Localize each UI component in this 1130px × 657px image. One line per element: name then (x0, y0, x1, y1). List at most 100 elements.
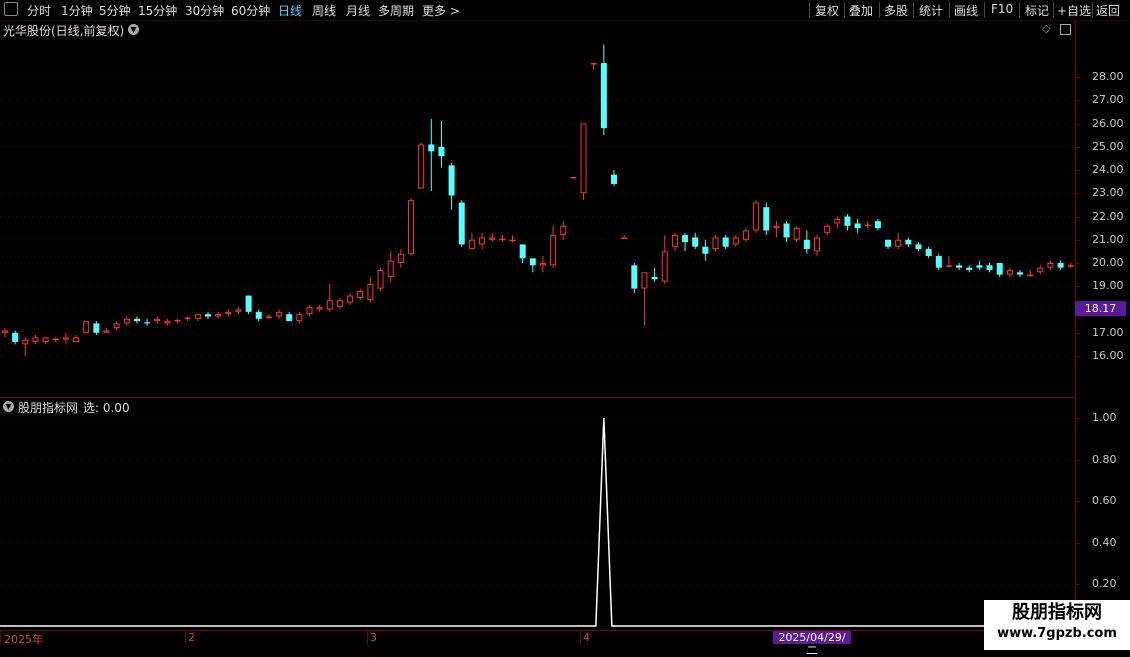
candle-body (235, 309, 242, 312)
y-tick (1075, 263, 1080, 264)
candle-body (874, 221, 881, 229)
candle-body (661, 251, 668, 282)
candle-body (1017, 272, 1023, 275)
y-tick-label: 25.00 (1092, 139, 1124, 153)
candle-body (123, 318, 130, 324)
candle-body (52, 338, 59, 341)
watermark-url: www.7gpzb.com (997, 626, 1117, 641)
candle-body (834, 218, 841, 224)
candle-body (479, 237, 486, 245)
candle-body (763, 207, 770, 231)
candle-body (742, 230, 749, 240)
y-tick (1075, 216, 1080, 218)
candle-body (590, 63, 597, 65)
x-label: 2 (188, 631, 195, 644)
candle-body (174, 319, 181, 322)
candle-body (722, 237, 729, 247)
watermark: 股朋指标网 www.7gpzb.com (984, 600, 1130, 650)
candle-body (1037, 267, 1044, 273)
candle-body (539, 263, 546, 266)
candle-body (966, 267, 973, 270)
candle-body (712, 237, 719, 250)
y-tick (1075, 286, 1080, 288)
candle-body (316, 307, 323, 310)
candle-body (905, 239, 912, 245)
candle-body (2, 330, 8, 333)
y-tick-label: 28.00 (1092, 70, 1124, 83)
candle-body (600, 63, 607, 129)
candle-body (306, 307, 313, 315)
y-tick (1075, 332, 1080, 334)
y-tick (1075, 501, 1080, 503)
watermark-title: 股朋指标网 (1012, 602, 1102, 623)
candle-body (1027, 274, 1034, 277)
candle-body (529, 258, 536, 266)
cursor-date: 2025/04/29/二 (773, 631, 851, 657)
candle-body (732, 237, 739, 245)
y-axis-line (1075, 20, 1076, 630)
candle-body (671, 235, 678, 247)
candle-body (996, 263, 1003, 275)
y-tick-label: 26.00 (1092, 116, 1124, 130)
candle-body (915, 244, 922, 250)
candle-body (1057, 263, 1064, 268)
candle-body (428, 144, 435, 152)
candle-body (377, 269, 384, 289)
candle-body (42, 337, 49, 343)
y-tick (1075, 584, 1080, 586)
candle-body (12, 332, 19, 343)
candle-body (215, 314, 222, 317)
candle-body (935, 256, 942, 268)
y-tick (1075, 170, 1080, 171)
candle-body (194, 314, 201, 319)
candle-body (570, 176, 577, 179)
candle-body (205, 314, 211, 317)
candle-body (682, 235, 689, 243)
current-price-tag: 18.17 (1075, 301, 1126, 316)
candle-body (611, 174, 617, 184)
candle-body (631, 265, 638, 289)
candle-body (783, 223, 790, 238)
y-tick-label: 0.80 (1092, 452, 1117, 466)
divider (1092, 2, 1093, 18)
y-tick-label: 20.00 (1092, 256, 1124, 269)
candle-body (692, 237, 699, 247)
candle-body (1047, 263, 1054, 268)
y-tick-label: 19.00 (1092, 279, 1124, 293)
y-tick-label: 16.00 (1092, 349, 1124, 362)
candle-body (438, 146, 445, 157)
candle-body (133, 318, 140, 322)
back-button[interactable]: 返回 (1096, 2, 1120, 19)
candle-body (326, 300, 333, 310)
candle-body (641, 272, 648, 289)
candle-body (773, 225, 780, 229)
candle-body (357, 290, 364, 298)
y-tick (1075, 239, 1080, 241)
candle-body (458, 202, 465, 245)
candle-body (895, 239, 902, 247)
candle-body (814, 237, 820, 252)
candle-body (32, 337, 39, 343)
y-tick-label: 21.00 (1092, 232, 1124, 246)
candle-body (1067, 265, 1074, 267)
candle-body (336, 300, 343, 308)
kline-chart[interactable] (0, 0, 1075, 630)
candle-body (103, 330, 110, 333)
candle-body (580, 123, 587, 194)
candle-body (468, 239, 475, 250)
candle-body (73, 337, 80, 343)
candle-body (387, 260, 394, 277)
candle-body (651, 276, 658, 280)
candle-body (62, 337, 69, 340)
y-tick (1075, 77, 1080, 78)
x-tick (580, 630, 581, 644)
y-tick-label: 1.00 (1092, 411, 1117, 424)
candle-body (144, 322, 151, 324)
x-label: 4 (583, 631, 590, 644)
y-tick-label: 0.60 (1092, 494, 1117, 508)
candle-body (276, 311, 283, 317)
candle-body (154, 318, 161, 322)
y-tick (1075, 123, 1080, 125)
x-tick (185, 630, 186, 644)
x-label: 3 (370, 631, 377, 644)
